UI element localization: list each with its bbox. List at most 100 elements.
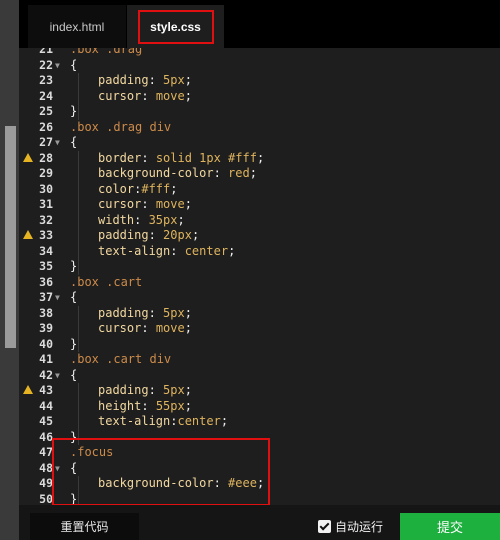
auto-run-checkbox[interactable] (318, 519, 331, 533)
fold-arrow-icon[interactable]: ▼ (55, 58, 60, 74)
line-number: 50 (39, 491, 53, 506)
line-number: 42 (39, 367, 53, 382)
css-property: cursor (98, 88, 142, 103)
code-text: { (70, 461, 77, 477)
reset-code-button[interactable]: 重置代码 (30, 513, 139, 540)
css-selector: .box .drag div (70, 119, 172, 134)
line-number: 40 (39, 336, 53, 351)
code-line: 35} (19, 259, 500, 275)
code-text: cursor: move; (98, 88, 192, 103)
code-text: padding: 5px; (98, 73, 192, 87)
line-number: 28 (39, 150, 53, 165)
css-value: 35px (148, 212, 178, 227)
code-line: 31 cursor: move; (19, 197, 500, 213)
line-number: 24 (39, 88, 53, 103)
code-text: text-align: center; (98, 243, 236, 258)
line-number: 25 (39, 104, 53, 118)
code-line: 38 padding: 5px; (19, 306, 500, 322)
css-value: 5px (163, 305, 185, 320)
css-property: text-align (98, 414, 171, 428)
css-property: background-color (98, 166, 214, 180)
line-number: 48 (39, 460, 53, 475)
css-property: padding (98, 383, 149, 397)
line-number: 32 (39, 212, 53, 227)
css-property: padding (98, 228, 149, 242)
code-text: cursor: move; (98, 321, 192, 335)
code-line: 40} (19, 337, 500, 353)
code-text: { (70, 290, 77, 306)
fold-arrow-icon[interactable]: ▼ (55, 290, 60, 306)
css-property: height (98, 398, 142, 413)
line-number: 22 (39, 57, 53, 72)
tab-style-css[interactable]: style.css (127, 5, 224, 48)
line-number: 39 (39, 321, 53, 335)
editor-scrollbar[interactable] (0, 0, 19, 540)
code-line: 46} (19, 430, 500, 446)
tab-index-html[interactable]: index.html (28, 5, 126, 48)
css-value: move (155, 88, 185, 103)
code-line: 48 ▼ { (19, 461, 500, 477)
css-property: padding (98, 73, 149, 87)
file-tab-bar: index.html style.css (19, 0, 500, 48)
fold-arrow-icon[interactable]: ▼ (55, 135, 60, 151)
css-value: 55px (155, 398, 185, 413)
code-text: } (70, 259, 77, 275)
code-line: 34 text-align: center; (19, 244, 500, 260)
line-number: 46 (39, 429, 53, 444)
css-property: cursor (98, 197, 142, 211)
submit-button[interactable]: 提交 (400, 513, 500, 540)
css-property: width (98, 212, 135, 227)
line-number: 31 (39, 197, 53, 211)
css-property: text-align (98, 243, 171, 258)
code-text: height: 55px; (98, 398, 192, 413)
code-editor[interactable]: 21 .box .drag 22 ▼{23 padding: 5px; 24 cursor:… (19, 48, 500, 505)
css-brace: } (70, 104, 78, 118)
fold-arrow-icon[interactable]: ▼ (55, 461, 60, 477)
code-text: { (70, 58, 77, 74)
scrollbar-thumb[interactable] (5, 126, 16, 348)
indent-guide (78, 73, 79, 120)
css-property: padding (98, 305, 149, 320)
code-text: .box .cart (70, 275, 142, 291)
code-text: padding: 5px; (98, 383, 192, 397)
code-text: width: 35px; (98, 212, 185, 227)
indent-guide (78, 383, 79, 445)
css-selector: .box .cart div (70, 352, 172, 366)
css-brace: { (70, 290, 78, 304)
auto-run-toggle[interactable]: 自动运行 (318, 518, 383, 534)
code-text: background-color: red; (98, 166, 257, 180)
code-text: border: solid 1px #fff; (98, 150, 265, 165)
code-line: 39 cursor: move; (19, 321, 500, 337)
line-number: 35 (39, 259, 53, 273)
code-text: .box .cart div (70, 352, 171, 368)
css-brace: { (70, 367, 78, 382)
code-text: cursor: move; (98, 197, 192, 211)
css-value: 5px (163, 383, 185, 397)
css-property: border (98, 150, 142, 165)
code-text: padding: 5px; (98, 305, 192, 320)
line-number: 38 (39, 305, 53, 320)
code-line: 29 background-color: red; (19, 166, 500, 182)
css-property: cursor (98, 321, 142, 335)
css-brace: { (70, 460, 78, 475)
code-line: 45 text-align:center; (19, 414, 500, 430)
code-line: 27 ▼ { (19, 135, 500, 151)
code-text: text-align:center; (98, 414, 229, 428)
css-value: move (155, 197, 185, 211)
code-line: 43 padding: 5px; (19, 383, 500, 399)
editor-footer: 重置代码 自动运行 提交 (19, 505, 500, 540)
line-number: 37 (39, 290, 53, 304)
code-text: } (70, 337, 77, 353)
code-line: 36 .box .cart (19, 275, 500, 291)
code-text: } (70, 492, 77, 506)
code-line: 28 border: solid 1px #fff; (19, 151, 500, 167)
css-property: color (98, 181, 135, 196)
line-number: 43 (39, 383, 53, 397)
fold-arrow-icon[interactable]: ▼ (55, 368, 60, 384)
code-line: 33 padding: 20px; (19, 228, 500, 244)
css-brace: { (70, 57, 78, 72)
code-line: 32 width: 35px; (19, 213, 500, 229)
indent-guide (78, 150, 79, 275)
code-line: 22 ▼ { (19, 58, 500, 74)
code-line: 37 ▼ { (19, 290, 500, 306)
